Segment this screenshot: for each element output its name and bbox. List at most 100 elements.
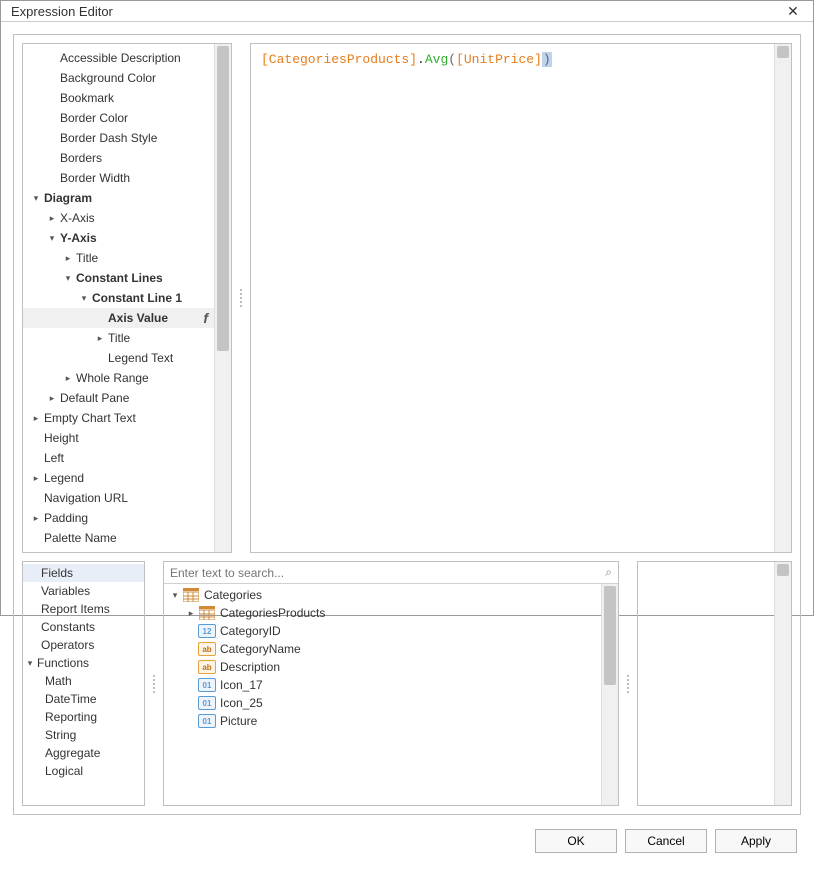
tree-item-label: Diagram (44, 191, 92, 205)
scroll-thumb[interactable] (777, 564, 789, 576)
field-tree-item[interactable]: ▾ Categories (164, 586, 601, 604)
twisty-spacer (31, 453, 41, 463)
category-datetime[interactable]: DateTime (23, 690, 144, 708)
scrollbar[interactable] (774, 44, 791, 552)
search-icon[interactable]: ⌕ (605, 565, 612, 580)
category-constants[interactable]: Constants (23, 618, 144, 636)
property-tree-item[interactable]: Palette Name (23, 528, 214, 548)
property-tree-item[interactable]: Legend Text (23, 348, 214, 368)
category-functions[interactable]: ▾Functions (23, 654, 144, 672)
property-tree-item[interactable]: Left (23, 448, 214, 468)
chevron-right-icon[interactable]: ▸ (31, 473, 41, 483)
twisty-spacer (31, 533, 41, 543)
bottom-row: Fields Variables Report Items Constants … (22, 561, 792, 806)
property-tree-item[interactable]: ▾Diagram (23, 188, 214, 208)
tree-item-label: Border Width (60, 171, 130, 185)
property-tree-item[interactable]: Border Color (23, 108, 214, 128)
chevron-right-icon[interactable]: ▸ (95, 333, 105, 343)
search-input[interactable] (170, 566, 605, 580)
chevron-right-icon[interactable]: ▸ (31, 413, 41, 423)
close-icon[interactable]: ✕ (783, 1, 803, 21)
property-tree-item[interactable]: Border Width (23, 168, 214, 188)
property-tree-item[interactable]: Accessible Description (23, 48, 214, 68)
category-operators[interactable]: Operators (23, 636, 144, 654)
chevron-right-icon[interactable]: ▸ (186, 608, 196, 619)
property-tree-item[interactable]: ▸Title (23, 328, 214, 348)
chevron-right-icon[interactable]: ▸ (31, 513, 41, 523)
splitter[interactable] (625, 561, 631, 806)
property-tree-item[interactable]: Borders (23, 148, 214, 168)
property-tree-item[interactable]: ▾Constant Line 1 (23, 288, 214, 308)
twisty-spacer (47, 73, 57, 83)
property-tree-item[interactable]: Border Dash Style (23, 128, 214, 148)
tree-item-label: Bookmark (60, 91, 114, 105)
category-report-items[interactable]: Report Items (23, 600, 144, 618)
expression-text[interactable]: [CategoriesProducts].Avg([UnitPrice]) (251, 44, 774, 552)
fields-tree[interactable]: ▾ Categories ▸CategoriesProducts12Category… (164, 584, 601, 805)
chevron-right-icon[interactable]: ▸ (47, 393, 57, 403)
property-tree-item[interactable]: ▾Constant Lines (23, 268, 214, 288)
chevron-down-icon[interactable]: ▾ (63, 273, 73, 283)
chevron-down-icon[interactable]: ▾ (79, 293, 89, 303)
number-type-icon: 12 (198, 624, 216, 638)
property-tree[interactable]: Accessible DescriptionBackground Color Bo… (23, 44, 214, 552)
description-body (638, 562, 774, 805)
top-row: Accessible DescriptionBackground Color Bo… (22, 43, 792, 553)
property-tree-item[interactable]: Height (23, 428, 214, 448)
chevron-down-icon[interactable]: ▾ (170, 590, 180, 601)
property-tree-item[interactable]: ▸Whole Range (23, 368, 214, 388)
category-logical[interactable]: Logical (23, 762, 144, 780)
category-tree[interactable]: Fields Variables Report Items Constants … (23, 562, 144, 805)
chevron-right-icon[interactable]: ▸ (47, 213, 57, 223)
field-tree-item[interactable]: 01Icon_25 (164, 694, 601, 712)
property-tree-item[interactable]: Axis Valuef (23, 308, 214, 328)
expression-editor-area[interactable]: [CategoriesProducts].Avg([UnitPrice]) (250, 43, 792, 553)
field-tree-item[interactable]: abCategoryName (164, 640, 601, 658)
field-tree-item[interactable]: 01Picture (164, 712, 601, 730)
chevron-right-icon[interactable]: ▸ (63, 253, 73, 263)
tree-item-label: Legend (44, 471, 84, 485)
category-math[interactable]: Math (23, 672, 144, 690)
field-tree-item[interactable]: ▸CategoriesProducts (164, 604, 601, 622)
category-string[interactable]: String (23, 726, 144, 744)
chevron-right-icon[interactable]: ▸ (63, 373, 73, 383)
chevron-down-icon[interactable]: ▾ (47, 233, 57, 243)
scroll-thumb[interactable] (604, 586, 616, 685)
field-tree-item[interactable]: abDescription (164, 658, 601, 676)
ok-button[interactable]: OK (535, 829, 617, 853)
field-label: Categories (204, 588, 262, 602)
tree-item-label: Border Dash Style (60, 131, 157, 145)
property-tree-item[interactable]: ▸X-Axis (23, 208, 214, 228)
fields-panel: ⌕ ▾ Categories ▸CategoriesProducts12Catego… (163, 561, 619, 806)
scrollbar[interactable] (214, 44, 231, 552)
category-variables[interactable]: Variables (23, 582, 144, 600)
splitter[interactable] (151, 561, 157, 806)
chevron-down-icon[interactable]: ▾ (31, 193, 41, 203)
property-tree-item[interactable]: ▸Padding (23, 508, 214, 528)
property-tree-item[interactable]: Bookmark (23, 88, 214, 108)
scrollbar[interactable] (601, 584, 618, 805)
property-tree-item[interactable]: ▸Default Pane (23, 388, 214, 408)
tree-item-label: Title (108, 331, 130, 345)
fx-icon: f (197, 310, 208, 326)
dialog-title: Expression Editor (11, 4, 783, 19)
property-tree-item[interactable]: Navigation URL (23, 488, 214, 508)
field-tree-item[interactable]: 12CategoryID (164, 622, 601, 640)
property-tree-item[interactable]: ▾Y-Axis (23, 228, 214, 248)
category-reporting[interactable]: Reporting (23, 708, 144, 726)
splitter[interactable] (238, 43, 244, 553)
category-aggregate[interactable]: Aggregate (23, 744, 144, 762)
field-label: Icon_25 (220, 696, 263, 710)
field-tree-item[interactable]: 01Icon_17 (164, 676, 601, 694)
scrollbar[interactable] (774, 562, 791, 805)
category-fields[interactable]: Fields (23, 564, 144, 582)
property-tree-item[interactable]: Background Color (23, 68, 214, 88)
property-tree-item[interactable]: ▸Empty Chart Text (23, 408, 214, 428)
property-tree-item[interactable]: ▸Legend (23, 468, 214, 488)
scroll-thumb[interactable] (217, 46, 229, 351)
cancel-button[interactable]: Cancel (625, 829, 707, 853)
property-tree-item[interactable]: ▸Title (23, 248, 214, 268)
apply-button[interactable]: Apply (715, 829, 797, 853)
tree-item-label: Legend Text (108, 351, 173, 365)
scroll-thumb[interactable] (777, 46, 789, 58)
